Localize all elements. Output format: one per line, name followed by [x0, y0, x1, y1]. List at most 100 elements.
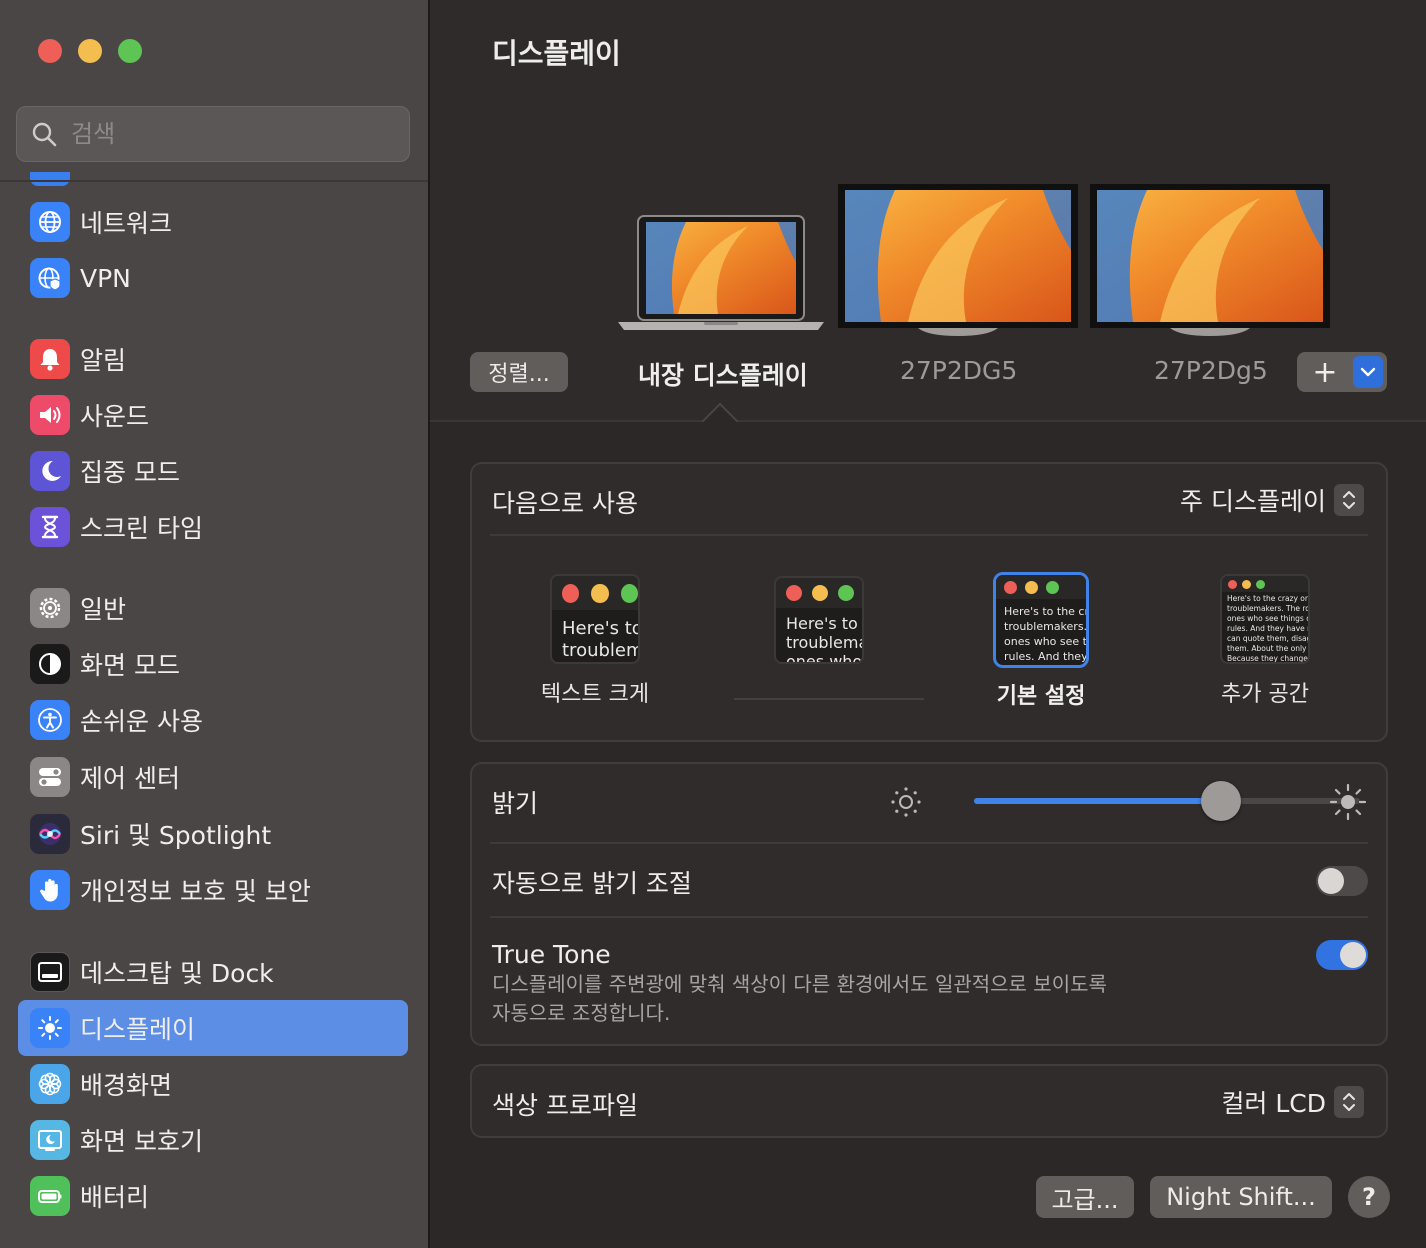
battery-icon — [30, 1176, 70, 1216]
add-display-button[interactable]: + — [1297, 352, 1353, 392]
sidebar-item-label: 배경화면 — [80, 1071, 173, 1100]
sidebar-item-battery[interactable]: 배터리 — [18, 1168, 408, 1224]
color-profile-popup[interactable]: 컬러 LCD — [1221, 1084, 1364, 1120]
sun-icon — [30, 1008, 70, 1048]
sidebar-item-desktop-dock[interactable]: 데스크탑 및 Dock — [18, 944, 408, 1000]
sidebar-item-label: 데스크탑 및 Dock — [80, 959, 274, 988]
use-as-value: 주 디스플레이 — [1180, 487, 1326, 516]
updown-chevron-icon — [1334, 1086, 1364, 1118]
resolution-option-more-space[interactable]: Here's to the crazy one troublemakers. T… — [1180, 574, 1350, 708]
siri-icon — [30, 814, 70, 854]
resolution-option-default[interactable]: Here's to the cr troublemakers. ones who… — [956, 572, 1126, 710]
sidebar-item-screen-time[interactable]: 스크린 타임 — [18, 499, 408, 555]
brightness-slider-knob[interactable] — [1201, 781, 1242, 821]
sidebar-item-accessibility[interactable]: 손쉬운 사용 — [18, 692, 408, 748]
true-tone-description: 디스플레이를 주변광에 맞춰 색상이 다른 환경에서도 일관적으로 보이도록 자… — [492, 970, 1107, 1028]
sidebar-item-wallpaper[interactable]: 배경화면 — [18, 1056, 408, 1112]
color-profile-label: 색상 프로파일 — [492, 1091, 638, 1120]
gear-icon — [30, 588, 70, 628]
sidebar-item-label: 디스플레이 — [80, 1015, 196, 1044]
sidebar-item-notifications[interactable]: 알림 — [18, 331, 408, 387]
sidebar-item-privacy-security[interactable]: 개인정보 보호 및 보안 — [18, 862, 408, 918]
dock-icon — [30, 952, 70, 992]
builtin-display-thumbnail[interactable] — [618, 214, 824, 336]
control-center-icon — [30, 757, 70, 797]
sidebar-item-appearance[interactable]: 화면 모드 — [18, 636, 408, 692]
external-display-2-thumbnail[interactable] — [1090, 184, 1330, 336]
resolution-preview: Here's to the cr troublemakers. ones who… — [993, 572, 1089, 668]
resolution-option-larger-text[interactable]: Here's to troublem 텍스트 크게 — [510, 574, 680, 708]
search-field[interactable] — [16, 106, 410, 162]
resolution-scale-line — [734, 698, 924, 700]
sun-small-icon — [891, 787, 921, 817]
auto-brightness-label: 자동으로 밝기 조절 — [492, 869, 692, 898]
sidebar-divider — [0, 180, 428, 182]
display-label-27p2dg5-b[interactable]: 27P2Dg5 — [1154, 356, 1268, 385]
search-input[interactable] — [71, 120, 391, 148]
display-label-27p2dg5-a[interactable]: 27P2DG5 — [900, 356, 1017, 385]
sidebar-item-label: 사운드 — [80, 402, 150, 431]
brightness-slider[interactable] — [974, 781, 1360, 821]
color-profile-value: 컬러 LCD — [1221, 1089, 1326, 1118]
accessibility-icon — [30, 700, 70, 740]
external-display-1-thumbnail[interactable] — [838, 184, 1078, 336]
sidebar-item-label: 제어 센터 — [80, 764, 180, 793]
moon-icon — [30, 451, 70, 491]
vpn-globe-icon — [30, 258, 70, 298]
sidebar-item-label: 개인정보 보호 및 보안 — [80, 877, 311, 906]
sidebar-item-siri-spotlight[interactable]: Siri 및 Spotlight — [18, 806, 408, 862]
sidebar-item-network[interactable]: 네트워크 — [18, 194, 408, 250]
true-tone-toggle[interactable] — [1316, 940, 1368, 970]
resolution-preview: Here's to t troublema ones who — [774, 576, 864, 664]
sidebar-item-sound[interactable]: 사운드 — [18, 387, 408, 443]
brightness-panel: 밝기 자동으로 밝기 조절 True Tone 디스플레이를 주변광에 맞춰 색… — [470, 762, 1388, 1046]
chevron-down-icon — [1360, 367, 1376, 377]
sidebar-item-label: 손쉬운 사용 — [80, 707, 203, 736]
bell-icon — [30, 339, 70, 379]
panel-divider — [490, 916, 1368, 918]
resolution-preview: Here's to troublem — [550, 574, 640, 664]
true-tone-label: True Tone — [492, 940, 611, 969]
auto-brightness-toggle[interactable] — [1316, 866, 1368, 896]
resolution-option-label: 추가 공간 — [1221, 682, 1309, 707]
use-as-popup[interactable]: 주 디스플레이 — [1180, 482, 1364, 518]
hourglass-icon — [30, 507, 70, 547]
resolution-sample-text: Here's to troublem — [562, 618, 638, 661]
toggle-knob — [1318, 868, 1344, 894]
sidebar-item-focus[interactable]: 집중 모드 — [18, 443, 408, 499]
resolution-sample-text: Here's to t troublema ones who — [786, 614, 862, 664]
display-label-builtin[interactable]: 내장 디스플레이 — [638, 356, 808, 392]
sun-large-icon — [1329, 783, 1367, 821]
brightness-label: 밝기 — [492, 789, 539, 818]
sidebar-item-screen-saver[interactable]: 화면 보호기 — [18, 1112, 408, 1168]
selection-pointer — [702, 402, 738, 422]
night-shift-button[interactable]: Night Shift... — [1150, 1176, 1332, 1218]
sidebar-item-vpn[interactable]: VPN — [18, 250, 408, 306]
color-profile-panel: 색상 프로파일 컬러 LCD — [470, 1064, 1388, 1138]
add-display-menu-button[interactable] — [1353, 356, 1383, 388]
add-display-control: + — [1297, 352, 1387, 392]
sidebar-item-label: 배터리 — [80, 1183, 150, 1212]
panel-divider — [490, 534, 1368, 536]
zoom-window-button[interactable] — [118, 39, 142, 63]
appearance-icon — [30, 644, 70, 684]
flower-icon — [30, 1064, 70, 1104]
help-button[interactable]: ? — [1348, 1176, 1390, 1218]
sidebar-item-general[interactable]: 일반 — [18, 580, 408, 636]
arrange-button[interactable]: 정렬... — [470, 352, 568, 392]
resolution-option-label: 기본 설정 — [996, 684, 1086, 709]
panel-divider — [490, 842, 1368, 844]
sidebar-item-control-center[interactable]: 제어 센터 — [18, 749, 408, 805]
sidebar-item-displays[interactable]: 디스플레이 — [18, 1000, 408, 1056]
sidebar-item-label: 네트워크 — [80, 209, 173, 238]
close-window-button[interactable] — [38, 39, 62, 63]
window-controls — [38, 39, 142, 63]
true-tone-description-line-1: 디스플레이를 주변광에 맞춰 색상이 다른 환경에서도 일관적으로 보이도록 — [492, 972, 1107, 996]
advanced-button[interactable]: 고급... — [1036, 1176, 1134, 1218]
updown-chevron-icon — [1334, 484, 1364, 516]
sidebar-item-label: 집중 모드 — [80, 458, 180, 487]
resolution-sample-text: Here's to the crazy one troublemakers. T… — [1227, 594, 1308, 663]
resolution-option-2[interactable]: Here's to t troublema ones who — [734, 576, 904, 664]
minimize-window-button[interactable] — [78, 39, 102, 63]
sidebar-item-label: VPN — [80, 263, 131, 293]
